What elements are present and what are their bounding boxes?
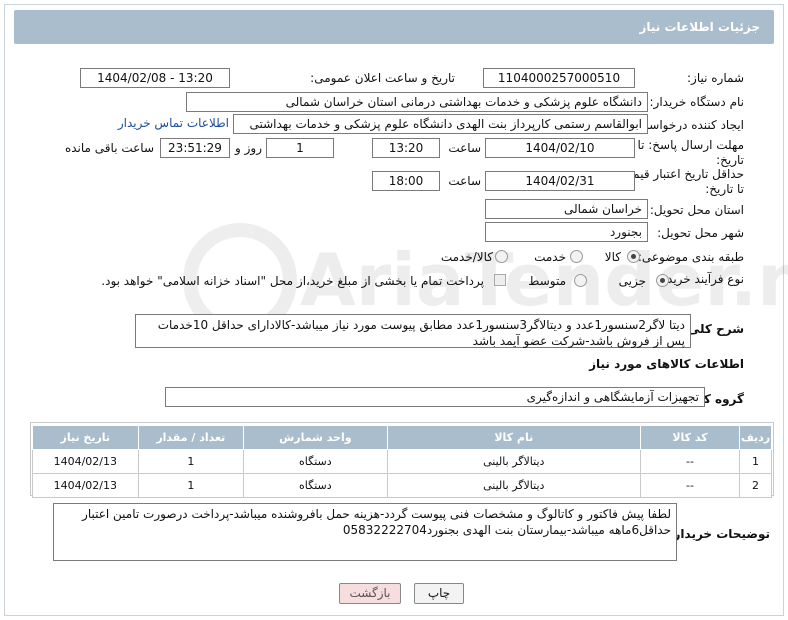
category-radio-service[interactable]: [570, 250, 583, 263]
cell-date: 1404/02/13: [32, 473, 139, 498]
process-option-medium: متوسط: [528, 274, 566, 288]
need-number-field: 1104000257000510: [483, 68, 635, 88]
city-label: شهر محل تحویل:: [657, 226, 744, 240]
goods-section-title: اطلاعات کالاهای مورد نیاز: [589, 357, 744, 371]
cell-name: دیتالاگر بالینی: [386, 449, 641, 474]
deadline-time-label: ساعت: [448, 141, 481, 155]
goods-group-field: تجهیزات آزمایشگاهی و اندازه‌گیری: [165, 387, 705, 407]
col-unit: واحد شمارش: [243, 425, 388, 450]
buyer-notes-text: لطفا پیش فاکتور و کاتالوگ و مشخصات فنی پ…: [53, 503, 677, 561]
buyer-org-label: نام دستگاه خریدار:: [649, 95, 745, 109]
page-title: جزئیات اطلاعات نیاز: [14, 10, 774, 44]
cell-code: --: [639, 449, 741, 474]
price-validity-label: حداقل تاریخ اعتبار قیمت:: [617, 167, 744, 181]
cell-date: 1404/02/13: [32, 449, 139, 474]
col-index: ردیف: [739, 425, 772, 450]
deadline-date-field: 1404/02/10: [485, 138, 635, 158]
price-validity-label-2: تا تاریخ:: [705, 182, 744, 196]
goods-table: ردیف کد کالا نام کالا واحد شمارش تعداد /…: [32, 425, 772, 498]
table-row: 1 -- دیتالاگر بالینی دستگاه 1 1404/02/13: [32, 449, 772, 474]
col-qty: تعداد / مقدار: [137, 425, 245, 450]
process-radio-minor[interactable]: [656, 274, 669, 287]
table-row: 2 -- دیتالاگر بالینی دستگاه 1 1404/02/13: [32, 473, 772, 498]
need-number-label: شماره نیاز:: [687, 71, 744, 85]
province-label: استان محل تحویل:: [649, 203, 744, 217]
deadline-label-2: تاریخ:: [716, 153, 744, 167]
category-radio-goods-service[interactable]: [495, 250, 508, 263]
category-label: طبقه بندی موضوعی:: [637, 250, 744, 264]
col-code: کد کالا: [639, 425, 741, 450]
cell-qty: 1: [137, 449, 245, 474]
description-text: دیتا لاگر2سنسور1عدد و دیتالاگر3سنسور1عدد…: [135, 314, 691, 348]
days-label: روز و: [235, 141, 262, 155]
price-validity-time-label: ساعت: [448, 174, 481, 188]
cell-qty: 1: [137, 473, 245, 498]
process-type-label: نوع فرآیند خرید :: [659, 272, 744, 286]
category-radio-goods[interactable]: [627, 250, 640, 263]
category-option-service: خدمت: [534, 250, 566, 264]
col-date: تاریخ نیاز: [32, 425, 139, 450]
cell-code: --: [639, 473, 741, 498]
remaining-time-label: ساعت باقی مانده: [64, 141, 154, 155]
price-validity-date-field: 1404/02/31: [485, 171, 635, 191]
back-button[interactable]: بازگشت: [339, 583, 401, 604]
cell-name: دیتالاگر بالینی: [386, 473, 641, 498]
city-field: بجنورد: [485, 222, 648, 242]
cell-index: 1: [739, 449, 772, 474]
province-field: خراسان شمالی: [485, 199, 648, 219]
cell-unit: دستگاه: [243, 473, 388, 498]
days-remaining-field: 1: [266, 138, 334, 158]
requester-label: ایجاد کننده درخواست:: [633, 118, 744, 132]
price-validity-time-field: 18:00: [372, 171, 440, 191]
remaining-time-field: 23:51:29: [160, 138, 230, 158]
category-option-goods-service: کالا/خدمت: [440, 250, 493, 264]
announce-label: تاریخ و ساعت اعلان عمومی:: [310, 71, 455, 85]
announce-field: 1404/02/08 - 13:20: [80, 68, 230, 88]
buyer-org-field: دانشگاه علوم پزشکی و خدمات بهداشتی درمان…: [186, 92, 648, 112]
deadline-time-field: 13:20: [372, 138, 440, 158]
process-radio-medium[interactable]: [574, 274, 587, 287]
category-option-goods: کالا: [604, 250, 621, 264]
buyer-notes-label: توضیحات خریدار:: [668, 527, 770, 541]
print-button[interactable]: چاپ: [414, 583, 464, 604]
cell-unit: دستگاه: [243, 449, 388, 474]
cell-index: 2: [739, 473, 772, 498]
deadline-label: مهلت ارسال پاسخ: تا: [637, 138, 744, 152]
process-option-minor: جزیی: [618, 274, 646, 288]
goods-table-header: ردیف کد کالا نام کالا واحد شمارش تعداد /…: [32, 425, 772, 450]
requester-field: ابوالقاسم رستمی کارپرداز بنت الهدی دانشگ…: [233, 114, 648, 134]
treasury-payment-note: پرداخت تمام یا بخشی از مبلغ خرید،از محل …: [101, 274, 484, 288]
treasury-payment-checkbox[interactable]: [494, 274, 506, 286]
col-name: نام کالا: [386, 425, 641, 450]
contact-buyer-link[interactable]: اطلاعات تماس خریدار: [118, 116, 229, 130]
